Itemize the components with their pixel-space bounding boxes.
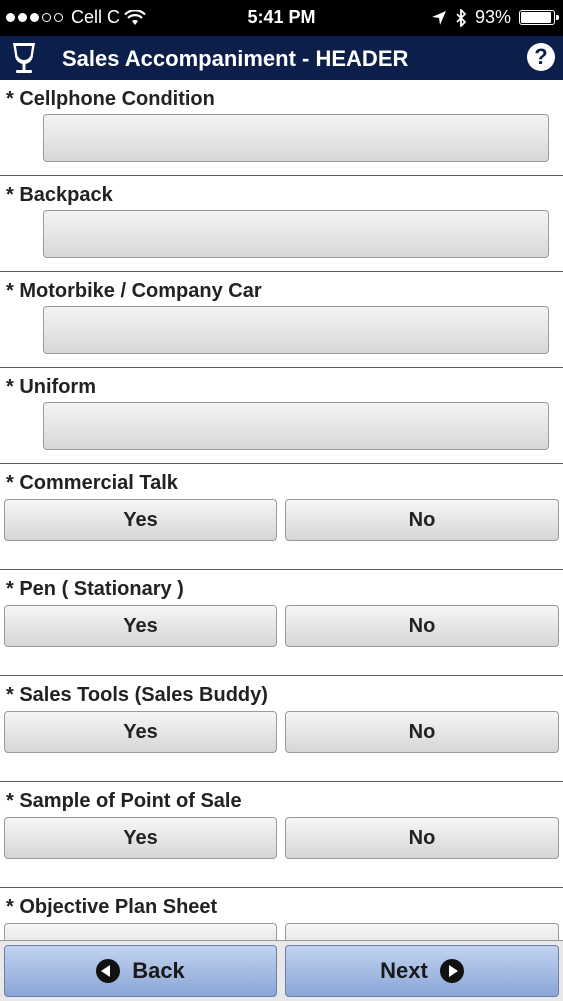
motorbike-company-car-input[interactable] <box>43 306 549 354</box>
pen-stationary-yes-button[interactable]: Yes <box>4 605 277 647</box>
help-button[interactable]: ? <box>527 43 555 71</box>
sales-tools-no-button[interactable]: No <box>285 711 559 753</box>
field-sample-point-of-sale: * Sample of Point of Sale Yes No <box>0 782 563 888</box>
status-bar: Cell C 5:41 PM 93% <box>0 0 563 36</box>
back-button-label: Back <box>132 958 185 983</box>
next-button[interactable]: Next <box>285 945 559 997</box>
field-objective-plan-sheet: * Objective Plan Sheet <box>0 888 563 940</box>
field-label: * Sales Tools (Sales Buddy) <box>6 684 268 706</box>
commercial-talk-yes-button[interactable]: Yes <box>4 499 277 541</box>
field-motorbike-company-car: * Motorbike / Company Car <box>0 272 563 368</box>
back-button[interactable]: Back <box>4 945 277 997</box>
field-label: * Uniform <box>6 376 96 398</box>
page-title: Sales Accompaniment - HEADER <box>62 46 409 71</box>
arrow-right-circle-icon <box>439 959 464 983</box>
commercial-talk-no-button[interactable]: No <box>285 499 559 541</box>
backpack-input[interactable] <box>43 210 549 258</box>
field-label: * Backpack <box>6 184 113 206</box>
pen-stationary-no-button[interactable]: No <box>285 605 559 647</box>
field-label: * Commercial Talk <box>6 472 178 494</box>
field-backpack: * Backpack <box>0 176 563 272</box>
uniform-input[interactable] <box>43 402 549 450</box>
next-button-label: Next <box>380 958 428 983</box>
location-arrow-icon <box>431 10 446 25</box>
form-body: * Cellphone Condition * Backpack * Motor… <box>0 80 563 940</box>
app-header: Sales Accompaniment - HEADER ? <box>0 36 563 80</box>
arrow-left-circle-icon <box>96 959 121 983</box>
battery-percent: 93% <box>474 7 511 27</box>
objective-plan-sheet-no-button[interactable] <box>285 923 559 940</box>
sales-tools-yes-button[interactable]: Yes <box>4 711 277 753</box>
field-cellphone-condition: * Cellphone Condition <box>0 80 563 176</box>
bluetooth-icon <box>456 8 467 27</box>
field-sales-tools: * Sales Tools (Sales Buddy) Yes No <box>0 676 563 782</box>
field-label: * Objective Plan Sheet <box>6 896 218 918</box>
footer-nav: Back Next <box>0 940 563 1001</box>
field-label: * Sample of Point of Sale <box>6 790 242 812</box>
wine-glass-icon <box>13 43 35 73</box>
sample-point-of-sale-yes-button[interactable]: Yes <box>4 817 277 859</box>
field-label: * Motorbike / Company Car <box>6 280 262 302</box>
field-commercial-talk: * Commercial Talk Yes No <box>0 464 563 570</box>
battery-fill <box>521 12 551 23</box>
battery-icon <box>519 10 559 25</box>
sample-point-of-sale-no-button[interactable]: No <box>285 817 559 859</box>
field-label: * Cellphone Condition <box>6 88 215 110</box>
objective-plan-sheet-yes-button[interactable] <box>4 923 277 940</box>
cellphone-condition-input[interactable] <box>43 114 549 162</box>
field-label: * Pen ( Stationary ) <box>6 578 184 600</box>
field-pen-stationary: * Pen ( Stationary ) Yes No <box>0 570 563 676</box>
status-right: 93% <box>431 7 559 28</box>
field-uniform: * Uniform <box>0 368 563 464</box>
